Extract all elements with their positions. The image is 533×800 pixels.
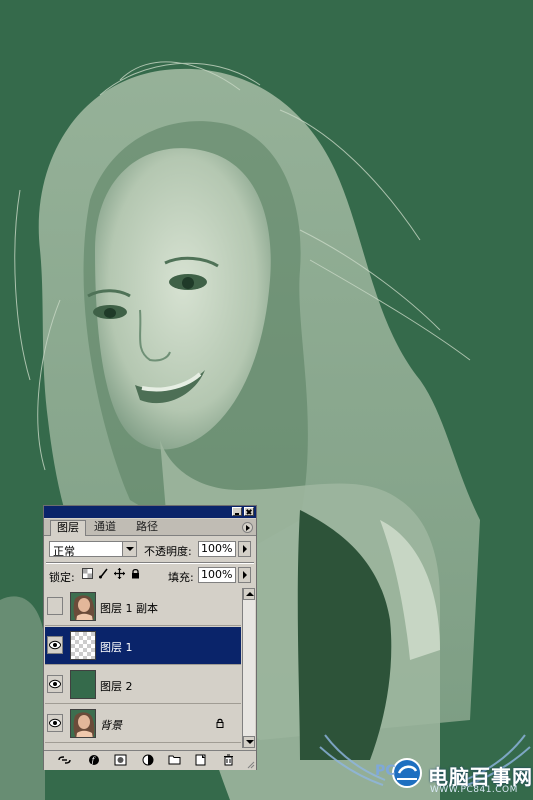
lock-move-icon[interactable] xyxy=(114,568,125,579)
chevron-down-icon[interactable] xyxy=(122,542,136,556)
tab-channels[interactable]: 通道 xyxy=(88,520,122,535)
svg-text:PC: PC xyxy=(375,763,396,779)
layer-name: 背景 xyxy=(100,719,122,732)
close-button[interactable] xyxy=(244,507,254,516)
layer-thumbnail xyxy=(70,709,96,738)
visibility-toggle[interactable] xyxy=(47,675,63,693)
visibility-toggle[interactable] xyxy=(47,714,63,732)
fill-slider-button[interactable] xyxy=(238,567,251,583)
visibility-toggle[interactable] xyxy=(47,636,63,654)
new-layer-icon[interactable] xyxy=(194,754,207,766)
visibility-toggle[interactable] xyxy=(47,597,63,615)
mask-icon[interactable] xyxy=(114,754,127,766)
blend-mode-select[interactable]: 正常 xyxy=(49,541,137,558)
divider xyxy=(46,562,254,564)
eye-icon xyxy=(49,640,61,650)
tab-layers[interactable]: 图层 xyxy=(50,520,86,536)
watermark-url: WWW.PC841.COM xyxy=(430,785,518,795)
eye-icon xyxy=(49,718,61,728)
layer-thumbnail xyxy=(70,631,96,660)
opacity-slider-button[interactable] xyxy=(238,541,251,557)
layer-style-icon[interactable]: f xyxy=(88,754,101,766)
layer-row[interactable]: 图层 2 xyxy=(45,666,241,704)
scroll-down-button[interactable] xyxy=(243,736,255,748)
resize-grip-icon[interactable] xyxy=(247,761,255,769)
layer-name: 图层 2 xyxy=(100,680,133,693)
lock-icon xyxy=(216,718,224,728)
adjustment-icon[interactable] xyxy=(142,754,155,766)
panel-tabs: 图层 通道 路径 xyxy=(44,519,256,536)
layer-row[interactable]: 图层 1 副本 xyxy=(45,588,241,626)
opacity-label: 不透明度: xyxy=(144,545,192,558)
panel-titlebar[interactable] xyxy=(44,506,256,518)
link-icon[interactable] xyxy=(58,754,71,766)
panel-menu-icon[interactable] xyxy=(242,522,253,533)
layers-panel: 图层 通道 路径 正常 不透明度: 100% 锁定: 填充: 100% 图层 1… xyxy=(43,505,257,770)
lock-all-icon[interactable] xyxy=(130,568,141,579)
layer-thumbnail xyxy=(70,670,96,699)
fill-label: 填充: xyxy=(168,571,194,584)
trash-icon[interactable] xyxy=(222,754,235,766)
eye-icon xyxy=(49,679,61,689)
lock-transparency-icon[interactable] xyxy=(82,568,93,579)
layer-row[interactable]: 背景 xyxy=(45,705,241,743)
opacity-input[interactable]: 100% xyxy=(198,541,236,557)
panel-bottom-bar: f xyxy=(44,750,256,770)
layer-thumbnail xyxy=(70,592,96,621)
minimize-button[interactable] xyxy=(232,507,242,516)
layers-list: 图层 1 副本 图层 1 图层 2 背景 xyxy=(45,588,241,748)
fill-input[interactable]: 100% xyxy=(198,567,236,583)
folder-icon[interactable] xyxy=(168,754,181,766)
layer-name: 图层 1 副本 xyxy=(100,602,158,615)
lock-paint-icon[interactable] xyxy=(98,568,109,579)
scroll-up-button[interactable] xyxy=(243,588,255,600)
lock-label: 锁定: xyxy=(49,571,75,584)
blend-mode-value: 正常 xyxy=(53,545,75,558)
tab-paths[interactable]: 路径 xyxy=(130,520,164,535)
layer-row[interactable]: 图层 1 xyxy=(45,627,241,665)
layers-scrollbar[interactable] xyxy=(242,588,255,748)
layer-name: 图层 1 xyxy=(100,641,133,654)
